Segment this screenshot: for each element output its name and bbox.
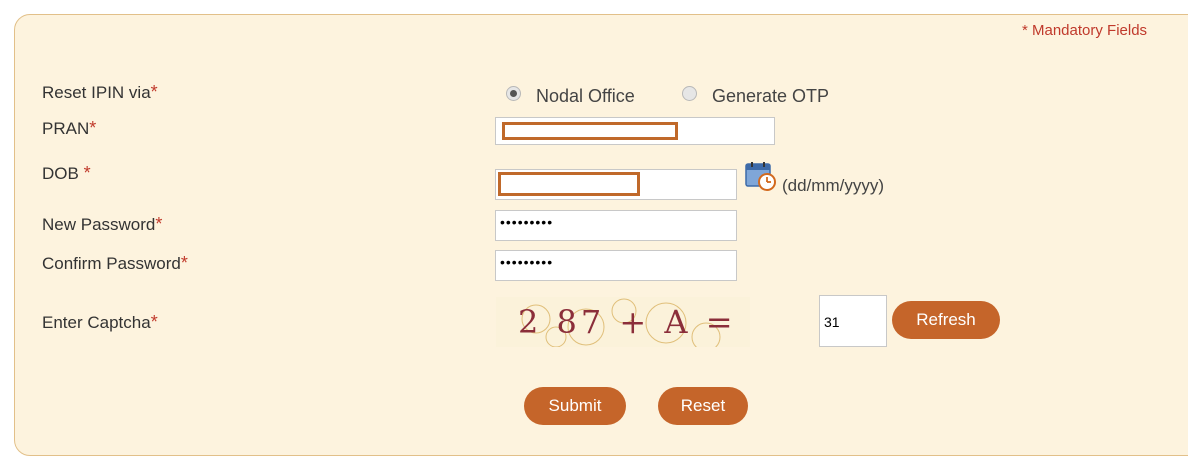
- pran-label: PRAN*: [42, 118, 96, 139]
- dob-label: DOB *: [42, 163, 91, 184]
- redaction-box: [498, 172, 640, 196]
- radio-nodal-office[interactable]: [506, 86, 521, 101]
- confirm-password-label-text: Confirm Password: [42, 254, 181, 273]
- new-password-input[interactable]: •••••••••: [495, 210, 737, 241]
- dob-format-hint: (dd/mm/yyyy): [782, 176, 884, 195]
- pran-label-text: PRAN: [42, 119, 90, 138]
- captcha-answer-value: 31: [824, 314, 840, 330]
- dob-label-text: DOB: [42, 164, 84, 183]
- confirm-password-value: •••••••••: [500, 254, 554, 270]
- submit-button[interactable]: Submit: [524, 387, 626, 425]
- calendar-icon[interactable]: [744, 160, 778, 192]
- dob-input[interactable]: [495, 169, 737, 200]
- redaction-box: [502, 122, 678, 140]
- required-star: *: [150, 82, 158, 102]
- pran-input[interactable]: [495, 117, 775, 145]
- new-password-label-text: New Password: [42, 215, 156, 234]
- confirm-password-input[interactable]: •••••••••: [495, 250, 737, 281]
- new-password-value: •••••••••: [500, 214, 554, 230]
- captcha-label-text: Enter Captcha: [42, 313, 151, 332]
- captcha-image: 2 87 + A =: [496, 297, 750, 347]
- reset-ipin-label: Reset IPIN via*: [42, 82, 158, 103]
- reset-button[interactable]: Reset: [658, 387, 748, 425]
- captcha-answer-input[interactable]: 31: [819, 295, 887, 347]
- required-star: *: [180, 253, 188, 273]
- radio-generate-otp-label[interactable]: Generate OTP: [712, 86, 829, 107]
- required-star: *: [89, 118, 97, 138]
- new-password-label: New Password*: [42, 214, 162, 235]
- refresh-button[interactable]: Refresh: [892, 301, 1000, 339]
- required-star: *: [83, 163, 91, 183]
- radio-generate-otp[interactable]: [682, 86, 697, 101]
- reset-ipin-label-text: Reset IPIN via: [42, 83, 151, 102]
- radio-nodal-office-label[interactable]: Nodal Office: [536, 86, 635, 107]
- captcha-label: Enter Captcha*: [42, 312, 158, 333]
- confirm-password-label: Confirm Password*: [42, 253, 188, 274]
- mandatory-fields-note: * Mandatory Fields: [1022, 22, 1148, 39]
- required-star: *: [155, 214, 163, 234]
- captcha-text: 2 87 + A =: [518, 303, 737, 341]
- required-star: *: [150, 312, 158, 332]
- radio-selected-dot: [510, 90, 517, 97]
